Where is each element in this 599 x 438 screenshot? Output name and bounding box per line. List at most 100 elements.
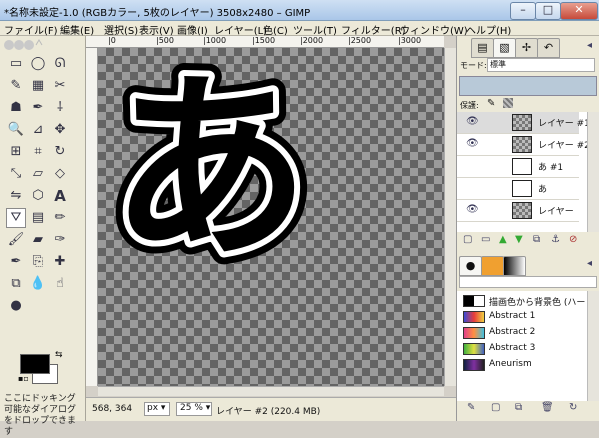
menu-help[interactable]: ヘルプ(H) (466, 22, 511, 37)
free-select-icon[interactable]: ᘏ (50, 54, 70, 74)
rotate-icon[interactable]: ↻ (50, 142, 70, 162)
menu-filters[interactable]: フィルター(R) (341, 22, 406, 37)
crop-icon[interactable]: ⌗ (28, 142, 48, 162)
menu-select[interactable]: 選択(S) (104, 22, 138, 37)
gradient-filter-input[interactable] (459, 276, 597, 288)
canvas-artwork: あ あ (98, 48, 323, 299)
menu-image[interactable]: 画像(I) (177, 22, 208, 37)
menu-edit[interactable]: 編集(E) (60, 22, 94, 37)
cage-icon[interactable]: ⬡ (28, 186, 48, 206)
zoom-select[interactable]: 25 % ▾ (176, 402, 212, 416)
eye-icon[interactable]: 👁 (466, 138, 479, 149)
delete-layer-icon[interactable]: ⊘ (569, 234, 577, 245)
eraser-icon[interactable]: ▰ (28, 230, 48, 250)
edit-gradient-icon[interactable]: ✎ (467, 402, 475, 413)
duplicate-layer-icon[interactable]: ⧉ (533, 234, 540, 245)
zoom-icon[interactable]: 🔍 (6, 120, 26, 140)
foreground-select-icon[interactable]: ☗ (6, 98, 26, 118)
new-layer-icon[interactable]: ▢ (463, 234, 472, 245)
layer-thumbnail (512, 158, 532, 175)
move-icon[interactable]: ✥ (50, 120, 70, 140)
clone-icon[interactable]: ⎘ (28, 252, 48, 272)
perspective-icon[interactable]: ◇ (50, 164, 70, 184)
tab-tool-options-icon[interactable]: ▤ (471, 38, 494, 58)
ink-icon[interactable]: ✒ (6, 252, 26, 272)
lock-pixels-icon[interactable]: ✎ (487, 98, 495, 109)
menu-view[interactable]: 表示(V) (139, 22, 174, 37)
layer-row[interactable]: 👁 レイヤー (457, 200, 579, 222)
shear-icon[interactable]: ▱ (28, 164, 48, 184)
gradient-item[interactable]: Aneurism (457, 357, 579, 373)
default-colors-icon[interactable]: ▪▫ (18, 374, 29, 383)
close-button[interactable]: ✕ (560, 2, 598, 20)
text-icon[interactable]: A (50, 186, 70, 206)
fuzzy-select-icon[interactable]: ✎ (6, 76, 26, 96)
blur-icon[interactable]: 💧 (28, 274, 48, 294)
ellipse-select-icon[interactable]: ◯ (28, 54, 48, 74)
layers-scrollbar[interactable] (587, 112, 599, 232)
unit-select[interactable]: px ▾ (144, 402, 170, 416)
gradients-scrollbar[interactable] (587, 291, 599, 401)
horizontal-scrollbar[interactable] (98, 386, 444, 396)
refresh-gradients-icon[interactable]: ↻ (569, 402, 577, 413)
tab-layers-icon[interactable]: ▧ (493, 38, 516, 58)
layer-row[interactable]: あ #1 (457, 156, 579, 178)
menu-windows[interactable]: ウィンドウ(W) (400, 22, 468, 37)
menu-file[interactable]: ファイル(F) (4, 22, 58, 37)
layer-row[interactable]: 👁 レイヤー #1 (457, 112, 590, 134)
tab-channels-icon[interactable]: ✢ (515, 38, 538, 58)
gradient-item[interactable]: 描画色から背景色 (ハードエッ (457, 293, 599, 309)
menu-tools[interactable]: ツール(T) (293, 22, 337, 37)
menu-layer[interactable]: レイヤー(L) (214, 22, 267, 37)
dock-menu-icon[interactable]: ◂ (587, 258, 592, 269)
scale-icon[interactable]: ⤡ (6, 164, 26, 184)
perspective-clone-icon[interactable]: ⧉ (6, 274, 26, 294)
dodge-burn-icon[interactable]: ● (6, 296, 26, 316)
raise-layer-icon[interactable]: ▲ (499, 234, 507, 245)
mode-select[interactable]: 標準 (487, 58, 595, 72)
minimize-button[interactable]: – (510, 2, 536, 20)
tab-undo-icon[interactable]: ↶ (537, 38, 560, 58)
layer-row[interactable]: 👁 レイヤー #2 (457, 134, 590, 156)
maximize-button[interactable]: □ (535, 2, 561, 20)
foreground-color-swatch[interactable] (20, 354, 50, 374)
align-icon[interactable]: ⊞ (6, 142, 26, 162)
duplicate-gradient-icon[interactable]: ⧉ (515, 402, 522, 413)
flip-icon[interactable]: ⇋ (6, 186, 26, 206)
dock-menu-icon[interactable]: ◂ (587, 40, 592, 51)
pencil-icon[interactable]: ✏ (50, 208, 70, 228)
rect-select-icon[interactable]: ▭ (6, 54, 26, 74)
blend-icon[interactable]: ▤ (28, 208, 48, 228)
paths-icon[interactable]: ✒ (28, 98, 48, 118)
new-group-icon[interactable]: ▭ (481, 234, 490, 245)
paintbrush-icon[interactable]: 🖌 (6, 230, 26, 250)
color-picker-icon[interactable]: ⸸ (50, 98, 70, 118)
eye-icon[interactable]: 👁 (466, 116, 479, 127)
color-select-icon[interactable]: ▦ (28, 76, 48, 96)
new-gradient-icon[interactable]: ▢ (491, 402, 500, 413)
bucket-fill-icon[interactable]: ⛛ (6, 208, 26, 228)
delete-gradient-icon[interactable]: 🗑 (541, 402, 554, 413)
airbrush-icon[interactable]: ✑ (50, 230, 70, 250)
lower-layer-icon[interactable]: ▼ (515, 234, 523, 245)
menu-color[interactable]: 色(C) (263, 22, 288, 37)
image-canvas[interactable]: あ あ (98, 48, 444, 386)
gradient-item[interactable]: Abstract 2 (457, 325, 579, 341)
lock-alpha-icon[interactable] (503, 98, 513, 108)
layers-list: 👁 レイヤー #1 👁 レイヤー #2 あ #1 あ 👁 レイヤー (457, 112, 599, 232)
smudge-icon[interactable]: ☝ (50, 274, 70, 294)
gradient-item[interactable]: Abstract 1 (457, 309, 579, 325)
opacity-bar[interactable] (459, 76, 597, 96)
measure-icon[interactable]: ⊿ (28, 120, 48, 140)
scissors-icon[interactable]: ✂ (50, 76, 70, 96)
layer-row[interactable]: あ (457, 178, 579, 200)
tab-brushes-icon[interactable]: ● (459, 256, 482, 276)
gradient-item[interactable]: Abstract 3 (457, 341, 579, 357)
tab-patterns-icon[interactable] (481, 256, 504, 276)
swap-colors-icon[interactable]: ⇆ (55, 350, 63, 360)
eye-icon[interactable]: 👁 (466, 204, 479, 215)
heal-icon[interactable]: ✚ (50, 252, 70, 272)
anchor-layer-icon[interactable]: ⚓ (551, 234, 560, 245)
tab-gradients-icon[interactable] (503, 256, 526, 276)
vertical-scrollbar[interactable] (444, 48, 456, 386)
